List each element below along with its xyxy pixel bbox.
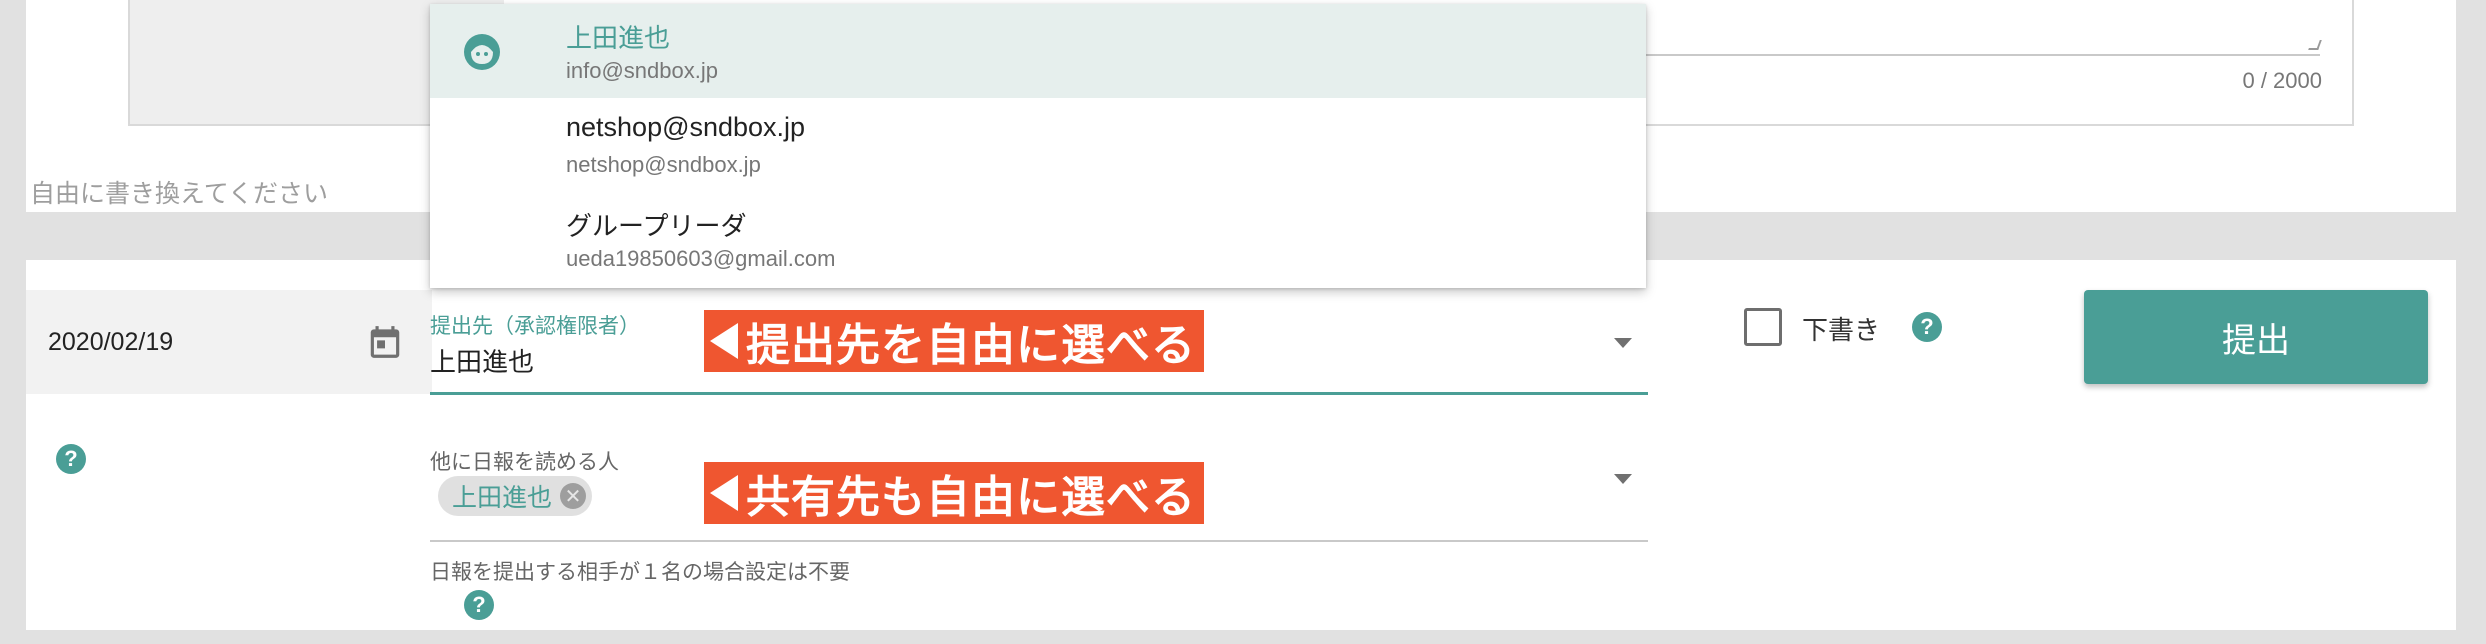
date-field[interactable]: 2020/02/19 (26, 290, 432, 394)
submit-to-label: 提出先（承認権限者） (430, 314, 640, 338)
menu-item-email: ueda19850603@gmail.com (566, 246, 836, 271)
report-form: 2020/02/19 ? 提出先（承認権限者） 上田進也 提出先を自由に選べる … (26, 260, 2456, 630)
menu-item-email: info@sndbox.jp (566, 58, 718, 83)
menu-item[interactable]: グループリーダ ueda19850603@gmail.com (430, 192, 1646, 286)
callout-submit-to-text: 提出先を自由に選べる (746, 320, 1196, 371)
menu-item-name: グループリーダ (566, 212, 747, 242)
resize-handle-icon[interactable] (2308, 40, 2322, 50)
date-value: 2020/02/19 (48, 328, 174, 356)
arrow-left-icon (710, 323, 738, 359)
character-counter: 0 / 2000 (2242, 68, 2322, 93)
callout-share: 共有先も自由に選べる (704, 462, 1204, 524)
callout-share-text: 共有先も自由に選べる (746, 472, 1196, 523)
chip-close-icon[interactable]: ✕ (560, 483, 587, 509)
share-label: 他に日報を読める人 (430, 450, 619, 474)
arrow-left-icon (710, 475, 738, 511)
submit-to-dropdown-menu: 上田進也 info@sndbox.jp netshop@sndbox.jp ne… (430, 4, 1646, 288)
draft-checkbox[interactable] (1744, 308, 1782, 346)
submit-button[interactable]: 提出 (2084, 290, 2428, 384)
chevron-down-icon[interactable] (1614, 474, 1632, 484)
comment-hint: 自由に書き換えてください (30, 179, 329, 208)
menu-item[interactable]: 上田進也 info@sndbox.jp (430, 4, 1646, 98)
menu-item-name: netshop@sndbox.jp (566, 112, 806, 142)
help-icon[interactable]: ? (464, 590, 494, 620)
menu-item-name: 上田進也 (566, 24, 671, 54)
submit-to-select[interactable]: 上田進也 (430, 342, 534, 379)
share-chip[interactable]: 上田進也 ✕ (438, 476, 593, 516)
callout-submit-to: 提出先を自由に選べる (704, 310, 1204, 372)
avatar-icon (464, 34, 500, 70)
chevron-down-icon[interactable] (1614, 338, 1632, 348)
menu-item-email: netshop@sndbox.jp (566, 152, 761, 177)
share-underline (430, 540, 1648, 542)
menu-item[interactable]: netshop@sndbox.jp netshop@sndbox.jp (430, 98, 1646, 192)
help-icon[interactable]: ? (56, 444, 86, 474)
draft-label: 下書き (1802, 316, 1881, 346)
calendar-icon[interactable] (366, 322, 404, 362)
share-hint: 日報を提出する相手が１名の場合設定は不要 (430, 560, 850, 584)
help-icon[interactable]: ? (1912, 312, 1942, 342)
submit-to-underline (430, 392, 1648, 395)
share-chip-label: 上田進也 (452, 483, 553, 512)
